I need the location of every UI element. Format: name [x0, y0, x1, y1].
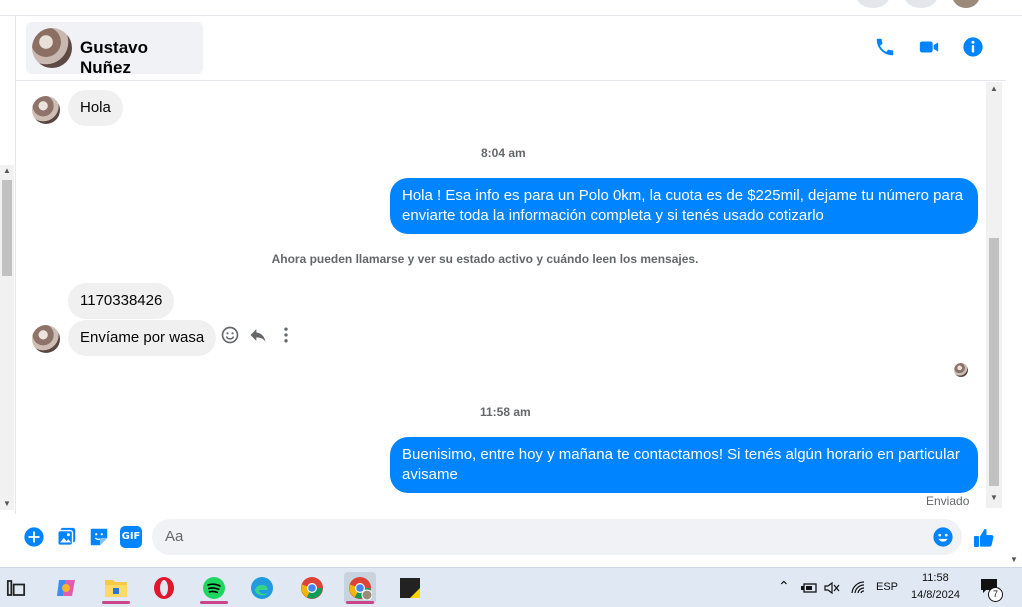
outgoing-message[interactable]: Hola ! Esa info es para un Polo 0km, la … [390, 178, 978, 234]
incoming-message[interactable]: Hola [68, 90, 123, 126]
sticker-icon[interactable] [88, 526, 110, 548]
info-icon[interactable] [962, 36, 984, 58]
contact-avatar-small[interactable] [32, 96, 60, 124]
chat-scroll-up-arrow[interactable]: ▲ [990, 84, 998, 93]
incoming-message[interactable]: Envíame por wasa [68, 320, 217, 356]
message-list: Hola 8:04 am Hola ! Esa info es para un … [16, 82, 986, 514]
like-icon[interactable] [972, 526, 996, 550]
windows-taskbar: ⌃ ESP 11:58 14/8/2024 7 [0, 567, 1022, 607]
plus-icon[interactable] [23, 526, 45, 548]
sticky-notes-icon[interactable] [394, 572, 426, 604]
more-icon[interactable] [276, 325, 296, 345]
copilot-app-icon[interactable] [50, 572, 82, 604]
spotify-icon[interactable] [198, 572, 230, 604]
left-scroll-down-arrow[interactable]: ▼ [3, 499, 11, 508]
top-strip [0, 0, 1022, 16]
active-app-indicator [102, 601, 130, 604]
wifi-icon[interactable] [850, 580, 866, 596]
chrome-icon[interactable] [296, 572, 328, 604]
file-explorer-icon[interactable] [100, 572, 132, 604]
edge-icon[interactable] [246, 572, 278, 604]
clock-date[interactable]: 14/8/2024 [911, 589, 960, 601]
opera-icon[interactable] [148, 572, 180, 604]
reply-icon[interactable] [248, 325, 268, 345]
language-indicator[interactable]: ESP [876, 581, 898, 593]
active-app-indicator [200, 601, 228, 604]
outgoing-message[interactable]: Buenisimo, entre hoy y mañana te contact… [390, 437, 978, 493]
volume-muted-icon[interactable] [824, 580, 840, 596]
gif-icon[interactable]: GIF [120, 526, 142, 548]
message-input[interactable]: Aa [152, 519, 962, 555]
active-app-indicator [346, 601, 374, 604]
contact-avatar[interactable] [32, 28, 72, 68]
timestamp: 11:58 am [480, 405, 531, 419]
page-scroll-down-arrow[interactable]: ▼ [1010, 555, 1018, 564]
task-view-icon[interactable] [2, 572, 30, 604]
conversation-header: Gustavo Nuñez [16, 16, 1006, 81]
chat-scroll-down-arrow[interactable]: ▼ [990, 493, 998, 502]
right-gutter [1006, 16, 1022, 567]
phone-icon[interactable] [874, 36, 896, 58]
contact-header-button[interactable]: Gustavo Nuñez [26, 22, 203, 77]
top-button-2[interactable] [904, 0, 938, 8]
top-button-1[interactable] [856, 0, 890, 8]
left-scrollbar-thumb[interactable] [2, 180, 12, 276]
message-input-placeholder: Aa [165, 528, 184, 545]
left-scroll-up-arrow[interactable]: ▲ [3, 166, 11, 175]
photo-icon[interactable] [56, 526, 78, 548]
notification-count-badge: 7 [988, 587, 1003, 602]
read-receipt-avatar [954, 363, 968, 377]
contact-name: Gustavo Nuñez [80, 38, 149, 77]
incoming-message[interactable]: 1170338426 [68, 283, 175, 319]
system-message: Ahora pueden llamarse y ver su estado ac… [271, 252, 699, 266]
react-icon[interactable] [220, 325, 240, 345]
chrome-profile-icon[interactable] [344, 572, 376, 604]
contact-avatar-small[interactable] [32, 325, 60, 353]
chat-scrollbar-thumb[interactable] [989, 238, 999, 486]
clock-time[interactable]: 11:58 [922, 572, 949, 584]
message-composer: GIF Aa [16, 514, 1006, 562]
show-hidden-icons-chevron[interactable]: ⌃ [778, 578, 790, 595]
video-icon[interactable] [918, 36, 940, 58]
message-status: Enviado [926, 494, 970, 508]
emoji-icon[interactable] [932, 526, 954, 548]
timestamp: 8:04 am [481, 146, 526, 160]
battery-icon[interactable] [800, 580, 818, 596]
profile-avatar-top[interactable] [952, 0, 980, 8]
